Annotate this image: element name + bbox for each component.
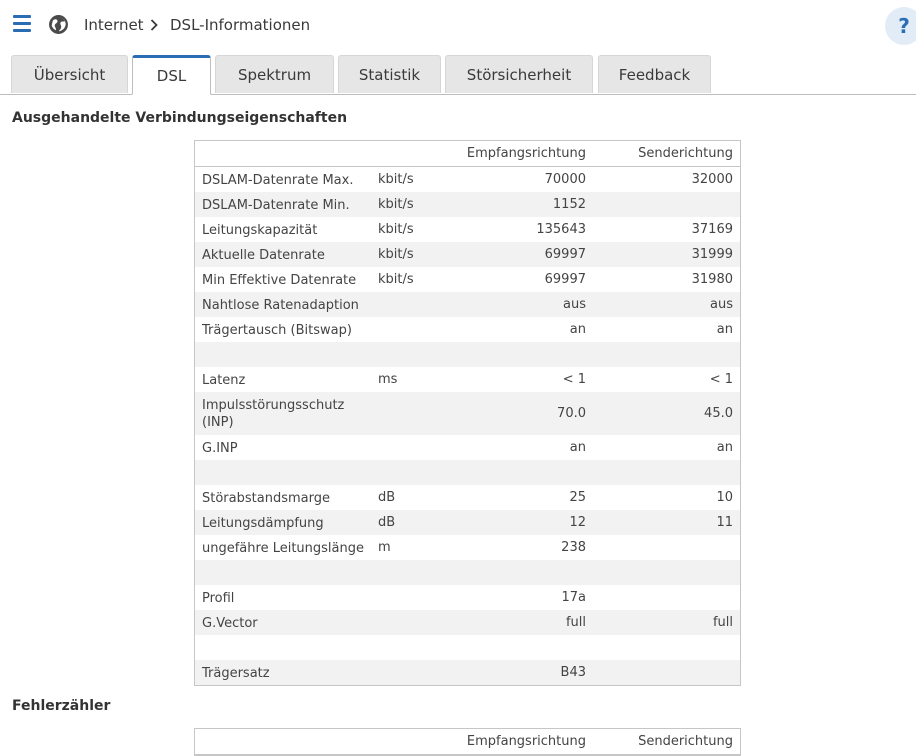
row-label: DSLAM-Datenrate Max. xyxy=(202,173,354,188)
help-button[interactable]: ? xyxy=(885,7,916,45)
row-senderichtung: an xyxy=(716,440,733,455)
row-unit: kbit/s xyxy=(378,247,414,262)
table-row: G.INP an an xyxy=(195,435,740,460)
row-label: G.Vector xyxy=(202,616,258,631)
table-row: DSLAM-Datenrate Min. kbit/s 1152 xyxy=(195,192,740,217)
row-senderichtung: < 1 xyxy=(709,372,733,387)
breadcrumb-dsl-informationen: DSL-Informationen xyxy=(170,16,311,34)
row-label: Nahtlose Ratenadaption xyxy=(202,298,359,313)
row-unit: ms xyxy=(378,372,398,387)
row-empfangsrichtung: B43 xyxy=(560,665,586,680)
row-empfangsrichtung: 69997 xyxy=(544,272,586,287)
tab-dsl[interactable]: DSL xyxy=(132,55,211,95)
row-senderichtung: 45.0 xyxy=(704,406,733,421)
row-empfangsrichtung: 70.0 xyxy=(557,406,586,421)
row-label: G.INP xyxy=(202,441,238,456)
tab-feedback[interactable]: Feedback xyxy=(598,55,711,93)
chevron-right-icon xyxy=(150,19,158,31)
table-row: Profil 17a xyxy=(195,585,740,610)
row-label: DSLAM-Datenrate Min. xyxy=(202,198,350,213)
row-senderichtung: an xyxy=(716,322,733,337)
row-empfangsrichtung: 238 xyxy=(561,540,586,555)
row-empfangsrichtung: 17a xyxy=(561,590,586,605)
row-label: Aktuelle Datenrate xyxy=(202,248,325,263)
row-label: ungefähre Leitungslänge xyxy=(202,541,364,556)
tab-bar: Übersicht DSL Spektrum Statistik Störsic… xyxy=(0,55,916,95)
row-empfangsrichtung: an xyxy=(569,440,586,455)
row-empfangsrichtung: an xyxy=(569,322,586,337)
row-senderichtung: 11 xyxy=(716,515,733,530)
table-row: DSLAM-Datenrate Max. kbit/s 70000 32000 xyxy=(195,167,740,192)
table-row: Latenz ms < 1 < 1 xyxy=(195,367,740,392)
table-header: Empfangsrichtung Senderichtung xyxy=(195,729,740,755)
table-row: Impulsstörungsschutz (INP) 70.0 45.0 xyxy=(195,392,740,435)
row-label: Leitungsdämpfung xyxy=(202,516,324,531)
table-row: ungefähre Leitungslänge m 238 xyxy=(195,535,740,560)
row-senderichtung: 32000 xyxy=(691,172,733,187)
tab-statistik[interactable]: Statistik xyxy=(338,55,441,93)
table-row: Aktuelle Datenrate kbit/s 69997 31999 xyxy=(195,242,740,267)
row-label: Trägertausch (Bitswap) xyxy=(202,323,352,338)
row-empfangsrichtung: 25 xyxy=(569,490,586,505)
row-unit: kbit/s xyxy=(378,197,414,212)
row-label: Impulsstörungsschutz (INP) xyxy=(202,398,345,430)
table-spacer-row xyxy=(195,460,740,485)
row-unit: dB xyxy=(378,490,396,505)
table-row: Trägertausch (Bitswap) an an xyxy=(195,317,740,342)
row-label: Trägersatz xyxy=(202,666,270,681)
row-empfangsrichtung: 135643 xyxy=(536,222,586,237)
table-row: Leitungskapazität kbit/s 135643 37169 xyxy=(195,217,740,242)
connection-table: Empfangsrichtung Senderichtung DSLAM-Dat… xyxy=(194,140,741,686)
connection-section-title: Ausgehandelte Verbindungseigenschaften xyxy=(12,110,348,126)
errors-section-title: Fehlerzähler xyxy=(12,698,111,714)
table-spacer-row xyxy=(195,342,740,367)
row-label: Profil xyxy=(202,591,235,606)
tab-spektrum[interactable]: Spektrum xyxy=(215,55,334,93)
top-bar: Internet DSL-Informationen ? xyxy=(0,0,916,52)
table-row: Min Effektive Datenrate kbit/s 69997 31980 xyxy=(195,267,740,292)
row-unit: kbit/s xyxy=(378,222,414,237)
table-spacer-row xyxy=(195,560,740,585)
table-row: Trägersatz B43 xyxy=(195,660,740,685)
row-senderichtung: 31999 xyxy=(691,247,733,262)
globe-icon xyxy=(49,15,68,34)
tab-stoersicherheit[interactable]: Störsicherheit xyxy=(445,55,593,93)
row-unit: kbit/s xyxy=(378,172,414,187)
row-senderichtung: full xyxy=(712,615,733,630)
table-row: Nahtlose Ratenadaption aus aus xyxy=(195,292,740,317)
row-label: Min Effektive Datenrate xyxy=(202,273,357,288)
row-senderichtung: 31980 xyxy=(691,272,733,287)
row-unit: m xyxy=(378,540,391,555)
row-senderichtung: 37169 xyxy=(691,222,733,237)
row-empfangsrichtung: aus xyxy=(563,297,586,312)
row-label: Latenz xyxy=(202,373,246,388)
breadcrumb-internet[interactable]: Internet xyxy=(84,16,144,34)
row-unit: kbit/s xyxy=(378,272,414,287)
table-row: G.Vector full full xyxy=(195,610,740,635)
row-senderichtung: 10 xyxy=(716,490,733,505)
table-row: Leitungsdämpfung dB 12 11 xyxy=(195,510,740,535)
row-empfangsrichtung: 12 xyxy=(569,515,586,530)
row-empfangsrichtung: 69997 xyxy=(544,247,586,262)
table-row: Störabstandsmarge dB 25 10 xyxy=(195,485,740,510)
row-label: Störabstandsmarge xyxy=(202,491,330,506)
row-label: Leitungskapazität xyxy=(202,223,318,238)
row-empfangsrichtung: 1152 xyxy=(552,197,586,212)
table-spacer-row xyxy=(195,635,740,660)
table-header: Empfangsrichtung Senderichtung xyxy=(195,141,740,167)
header-senderichtung: Senderichtung xyxy=(638,146,733,161)
row-empfangsrichtung: < 1 xyxy=(562,372,586,387)
header-empfangsrichtung: Empfangsrichtung xyxy=(466,146,586,161)
row-empfangsrichtung: 70000 xyxy=(544,172,586,187)
hamburger-menu-icon[interactable] xyxy=(13,15,33,32)
row-unit: dB xyxy=(378,515,396,530)
tab-uebersicht[interactable]: Übersicht xyxy=(11,55,128,93)
header-empfangsrichtung: Empfangsrichtung xyxy=(466,734,586,749)
row-senderichtung: aus xyxy=(710,297,733,312)
row-empfangsrichtung: full xyxy=(565,615,586,630)
header-senderichtung: Senderichtung xyxy=(638,734,733,749)
